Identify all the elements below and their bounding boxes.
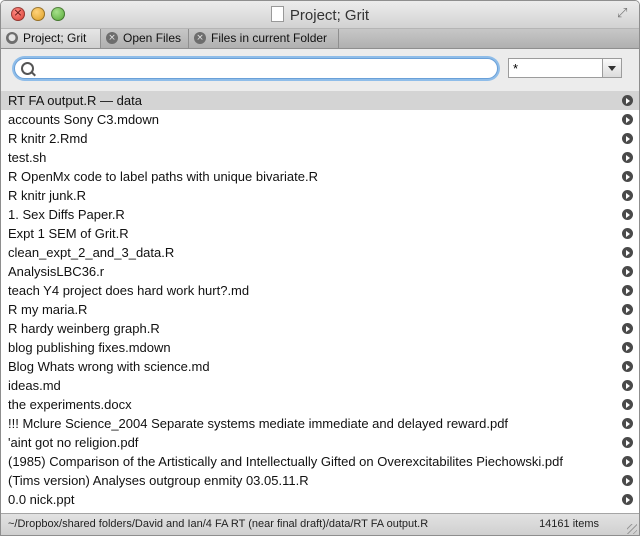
document-icon [270,6,284,22]
chevron-down-icon[interactable] [602,59,621,77]
list-item-label: R my maria.R [8,302,88,317]
window-title-container: Project; Grit [1,6,639,24]
list-item[interactable]: AnalysisLBC36.r [1,262,639,281]
list-item[interactable]: RT FA output.R — data [1,91,639,110]
list-item[interactable]: R knitr junk.R [1,186,639,205]
tab-label: Open Files [123,31,182,45]
list-item-label: RT FA output.R — data [8,93,142,108]
reveal-arrow-icon[interactable] [622,228,633,239]
list-item-label: 0.0 nick.ppt [8,492,75,507]
reveal-arrow-icon[interactable] [622,361,633,372]
fullscreen-icon[interactable]: ⤢ [617,7,631,21]
list-item-label: !!! Mclure Science_2004 Separate systems… [8,416,509,431]
tab-files-in-current-folder[interactable]: × Files in current Folder [189,29,339,48]
list-item-label: the experiments.docx [8,397,132,412]
list-item-label: (Tims version) Analyses outgroup enmity … [8,473,309,488]
reveal-arrow-icon[interactable] [622,494,633,505]
list-item-label: test.sh [8,150,47,165]
list-item[interactable]: !!! Mclure Science_2004 Separate systems… [1,414,639,433]
search-row: * [1,49,639,92]
reveal-arrow-icon[interactable] [622,209,633,220]
list-item[interactable]: (Tims version) Analyses outgroup enmity … [1,471,639,490]
list-item[interactable]: accounts Sony C3.mdown [1,110,639,129]
file-list: RT FA output.R — data accounts Sony C3.md… [1,91,639,513]
status-path: ~/Dropbox/shared folders/David and Ian/4… [8,518,429,530]
list-item[interactable]: (1985) Comparison of the Artistically an… [1,452,639,471]
tab-open-files[interactable]: × Open Files [101,29,189,48]
tab-close-icon[interactable]: ● [6,32,18,44]
list-item[interactable]: blog publishing fixes.mdown [1,338,639,357]
title-bar: × Project; Grit ⤢ [1,1,639,29]
resize-grip-icon[interactable] [627,524,637,534]
list-item[interactable]: teach Y4 project does hard work hurt?.md [1,281,639,300]
reveal-arrow-icon[interactable] [622,475,633,486]
tab-close-icon[interactable]: × [194,32,206,44]
reveal-arrow-icon[interactable] [622,114,633,125]
reveal-arrow-icon[interactable] [622,190,633,201]
list-item[interactable]: clean_expt_2_and_3_data.R [1,243,639,262]
list-item[interactable]: 'aint got no religion.pdf [1,433,639,452]
reveal-arrow-icon[interactable] [622,266,633,277]
list-item-label: R knitr 2.Rmd [8,131,88,146]
reveal-arrow-icon[interactable] [622,171,633,182]
list-item-label: R OpenMx code to label paths with unique… [8,169,319,184]
list-item[interactable]: R hardy weinberg graph.R [1,319,639,338]
reveal-arrow-icon[interactable] [622,456,633,467]
list-item-label: teach Y4 project does hard work hurt?.md [8,283,250,298]
list-item[interactable]: R OpenMx code to label paths with unique… [1,167,639,186]
reveal-arrow-icon[interactable] [622,152,633,163]
reveal-arrow-icon[interactable] [622,342,633,353]
list-item[interactable]: 0.0 nick.ppt [1,490,639,509]
list-item-label: R hardy weinberg graph.R [8,321,160,336]
list-item-label: Expt 1 SEM of Grit.R [8,226,129,241]
reveal-arrow-icon[interactable] [622,323,633,334]
search-field[interactable] [14,58,498,79]
list-item-label: blog publishing fixes.mdown [8,340,171,355]
list-item-label: ideas.md [8,378,61,393]
tab-project-grit[interactable]: ● Project; Grit [1,29,101,48]
reveal-arrow-icon[interactable] [622,418,633,429]
list-item-label: (1985) Comparison of the Artistically an… [8,454,563,469]
list-item-label: R knitr junk.R [8,188,87,203]
filter-value: * [513,61,519,76]
list-item-label: clean_expt_2_and_3_data.R [8,245,175,260]
search-input[interactable] [39,60,493,78]
tab-label: Files in current Folder [211,31,328,45]
reveal-arrow-icon[interactable] [622,304,633,315]
list-item[interactable]: 1. Sex Diffs Paper.R [1,205,639,224]
list-item[interactable]: R my maria.R [1,300,639,319]
list-item[interactable]: R knitr 2.Rmd [1,129,639,148]
list-item-label: accounts Sony C3.mdown [8,112,160,127]
app-window: × Project; Grit ⤢ ● Project; Grit × Open… [0,0,640,536]
reveal-arrow-icon[interactable] [622,437,633,448]
reveal-arrow-icon[interactable] [622,247,633,258]
list-item-label: Blog Whats wrong with science.md [8,359,210,374]
search-icon [21,62,34,75]
list-item[interactable]: Expt 1 SEM of Grit.R [1,224,639,243]
list-item[interactable]: the experiments.docx [1,395,639,414]
reveal-arrow-icon[interactable] [622,133,633,144]
tab-close-icon[interactable]: × [106,32,118,44]
status-item-count: 14161 items [539,518,599,530]
status-bar: ~/Dropbox/shared folders/David and Ian/4… [1,513,639,535]
reveal-arrow-icon[interactable] [622,380,633,391]
file-type-filter-combo[interactable]: * [508,58,622,78]
list-item-label: AnalysisLBC36.r [8,264,105,279]
list-item[interactable]: ideas.md [1,376,639,395]
list-item-label: 1. Sex Diffs Paper.R [8,207,125,222]
list-item-label: 'aint got no religion.pdf [8,435,139,450]
list-item[interactable]: test.sh [1,148,639,167]
list-item[interactable]: Blog Whats wrong with science.md [1,357,639,376]
reveal-arrow-icon[interactable] [622,95,633,106]
reveal-arrow-icon[interactable] [622,399,633,410]
tab-label: Project; Grit [23,31,87,45]
reveal-arrow-icon[interactable] [622,285,633,296]
tab-bar: ● Project; Grit × Open Files × Files in … [1,29,639,49]
window-title: Project; Grit [289,7,370,24]
